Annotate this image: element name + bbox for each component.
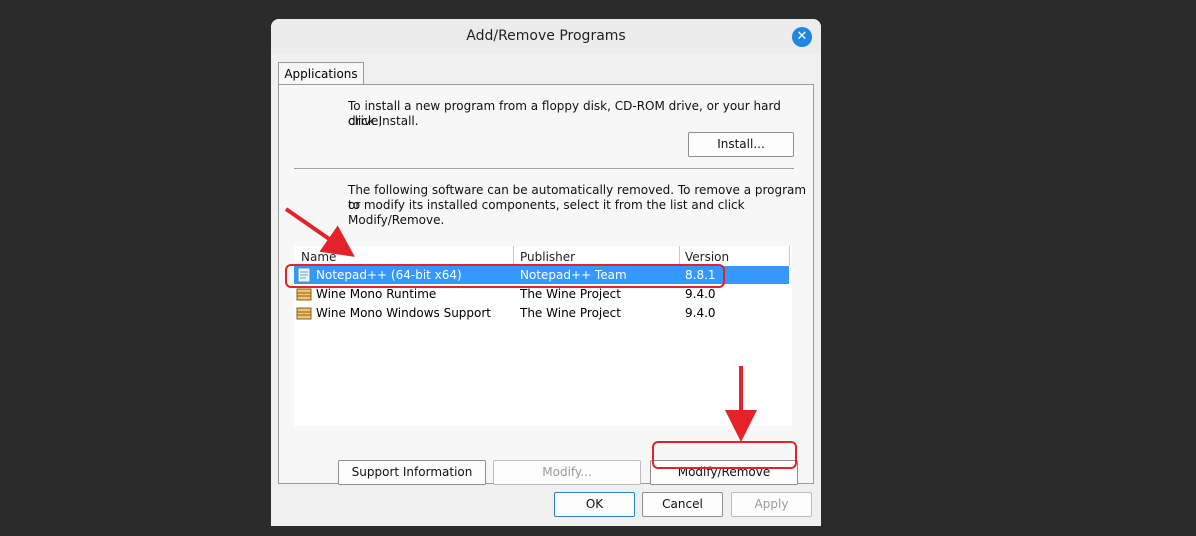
annotation-arrows [284, 207, 757, 442]
arrow-to-notepad-row [284, 207, 355, 257]
